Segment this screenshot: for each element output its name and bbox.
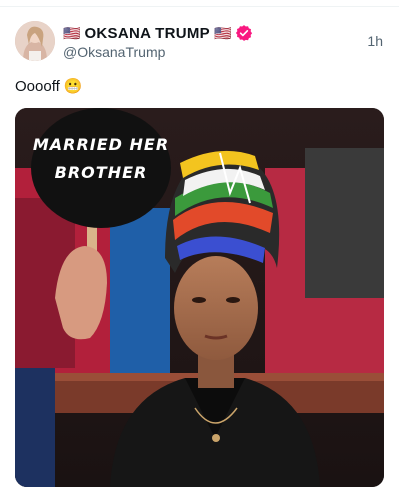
grimace-emoji-icon: 😬 <box>63 78 83 95</box>
avatar[interactable] <box>15 21 55 61</box>
sign-text-line1: MARRIED HER <box>33 135 169 154</box>
sign-text-line2: BROTHER <box>55 163 148 182</box>
tweet-text: Ooooff 😬 <box>15 77 83 96</box>
tweet-body: Ooooff <box>15 77 60 95</box>
author-display-name[interactable]: OKSANA TRUMP <box>84 25 210 42</box>
author-handle[interactable]: @OksanaTrump <box>63 44 165 60</box>
author-name-row[interactable]: 🇺🇸 OKSANA TRUMP 🇺🇸 <box>63 23 253 43</box>
timestamp[interactable]: 1h <box>367 33 383 49</box>
verified-badge-icon <box>235 24 253 42</box>
us-flag-icon: 🇺🇸 <box>63 25 81 41</box>
tweet-image[interactable]: MARRIED HER BROTHER <box>15 108 384 487</box>
tweet[interactable]: 🇺🇸 OKSANA TRUMP 🇺🇸 @OksanaTrump 1h Oooof… <box>0 7 399 500</box>
us-flag-icon: 🇺🇸 <box>213 25 232 41</box>
feed-divider <box>0 0 399 7</box>
